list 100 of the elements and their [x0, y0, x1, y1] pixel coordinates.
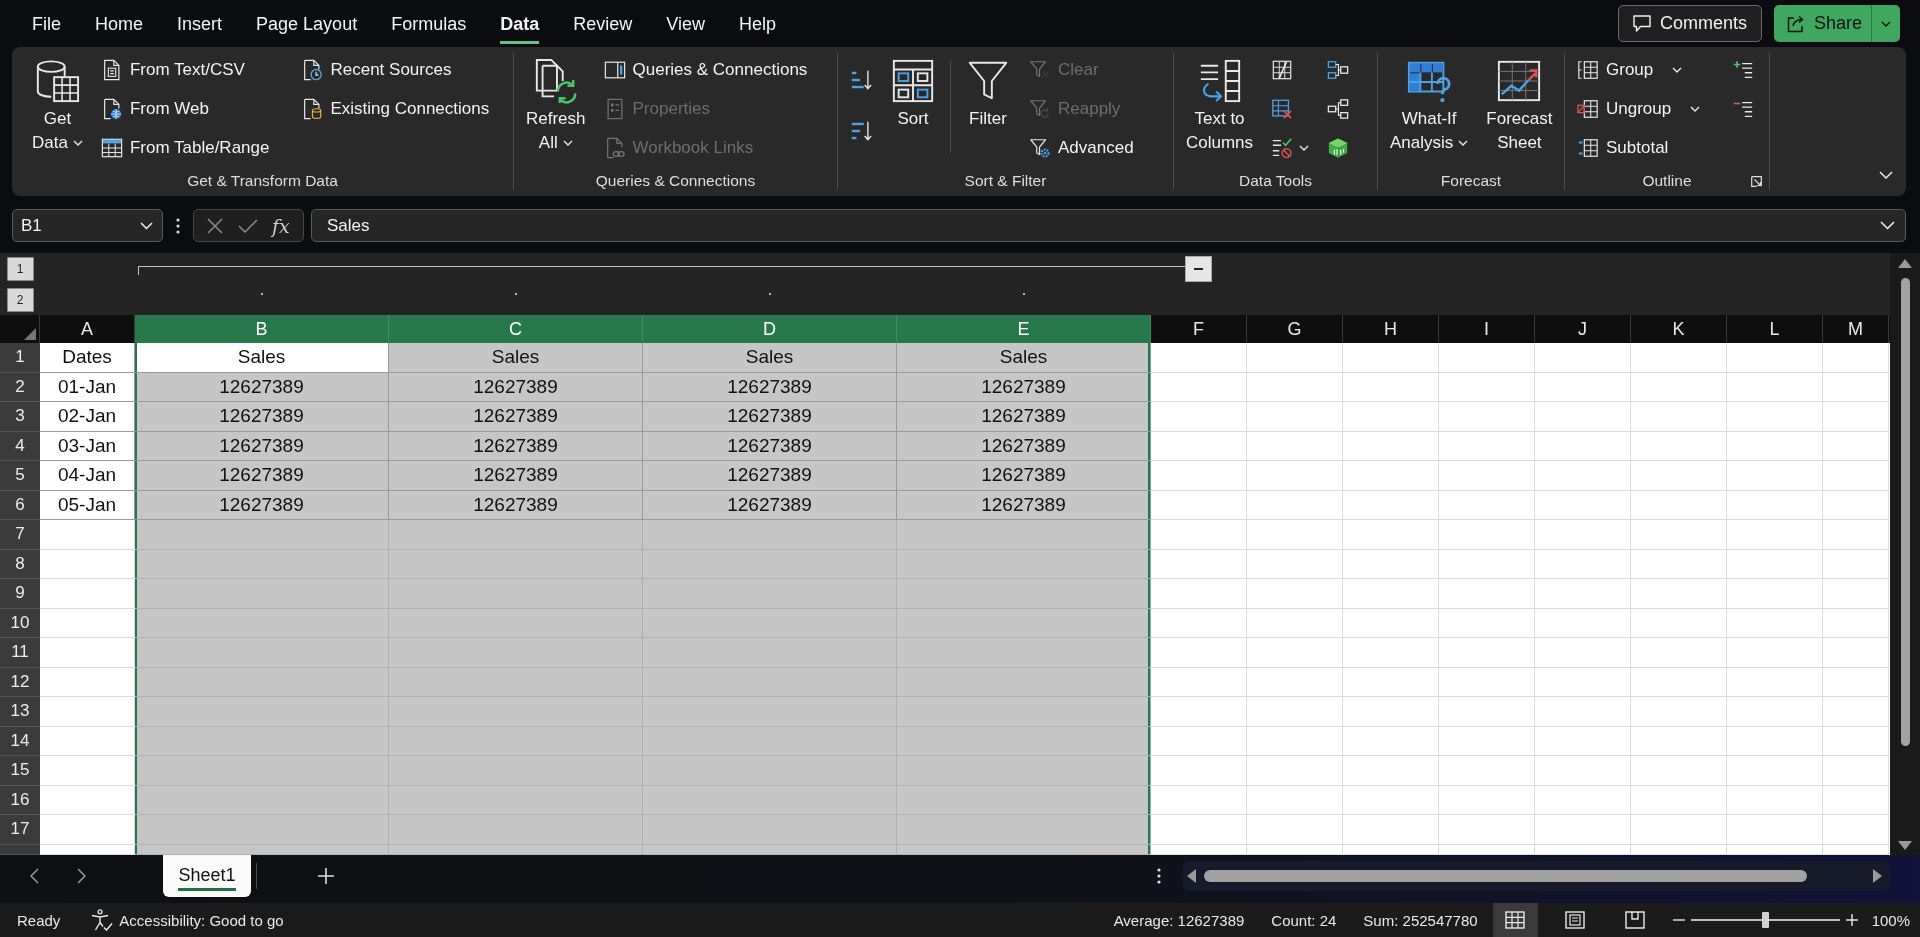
column-header[interactable]: C	[389, 315, 643, 343]
group-label: Get & Transform Data	[187, 172, 338, 190]
more-icon[interactable]	[176, 217, 180, 234]
row-header[interactable]: 6	[0, 490, 40, 520]
row-header[interactable]: 16	[0, 785, 40, 815]
ribbon-button[interactable]: From Text/CSV	[96, 53, 274, 87]
spreadsheet-cell: 12627389	[643, 461, 897, 491]
row-header[interactable]: 7	[0, 520, 40, 550]
menu-tab[interactable]: Page Layout	[256, 13, 358, 44]
ribbon-button[interactable]: Group	[1573, 53, 1705, 87]
scroll-down-icon[interactable]	[1898, 841, 1912, 850]
slider-thumb[interactable]	[1761, 912, 1769, 928]
ribbon-button[interactable]: From Web	[96, 92, 274, 126]
name-box[interactable]: B1	[12, 209, 163, 242]
more-icon[interactable]	[1157, 868, 1161, 884]
outline-level-button[interactable]: 2	[6, 287, 34, 312]
menu-tab[interactable]: Review	[573, 13, 633, 44]
comments-button[interactable]: Comments	[1617, 5, 1762, 42]
menu-tab[interactable]: File	[32, 13, 61, 44]
expand-icon[interactable]	[1880, 221, 1895, 230]
spreadsheet-cell: 12627389	[897, 461, 1151, 491]
row-header[interactable]: 9	[0, 579, 40, 609]
row-header[interactable]: 2	[0, 372, 40, 402]
ribbon-button[interactable]: Get Data	[28, 53, 87, 155]
status-text: Ready	[17, 911, 61, 929]
show-detail-icon	[1732, 59, 1755, 81]
row-header[interactable]: 14	[0, 726, 40, 756]
menu-tab[interactable]: Insert	[177, 13, 223, 44]
zoom-level-text[interactable]: 100%	[1871, 911, 1910, 929]
spreadsheet-cell: 12627389	[389, 431, 643, 461]
row-header[interactable]: 1	[0, 343, 40, 373]
spreadsheet-cell: 12627389	[643, 431, 897, 461]
row-header[interactable]: 17	[0, 815, 40, 845]
insert-function-button[interactable]: fx	[272, 214, 290, 237]
outline-level-button[interactable]: 1	[6, 256, 34, 281]
enter-icon[interactable]	[237, 218, 258, 233]
spreadsheet-cell: 02-Jan	[40, 402, 135, 432]
cancel-icon[interactable]	[207, 217, 224, 234]
ribbon-button[interactable]: Sort	[886, 53, 940, 131]
ribbon-button[interactable]: Recent Sources	[297, 53, 494, 87]
ribbon-button[interactable]: Forecast Sheet	[1482, 53, 1557, 155]
menu-tab[interactable]: Formulas	[391, 13, 467, 44]
sort-descending-icon	[850, 120, 872, 142]
ribbon-button[interactable]: Existing Connections	[297, 92, 494, 126]
triangle-icon	[24, 328, 36, 340]
ribbon-button[interactable]: Subtotal	[1573, 131, 1705, 165]
scrollbar-thumb[interactable]	[1900, 278, 1910, 746]
ribbon-button[interactable]: Filter	[961, 53, 1015, 131]
menu-tab[interactable]: View	[666, 13, 705, 44]
spreadsheet-cell: 12627389	[897, 490, 1151, 520]
spreadsheet-cell: Sales	[643, 343, 897, 373]
scroll-left-icon[interactable]	[1187, 869, 1196, 883]
row-header[interactable]: 15	[0, 756, 40, 786]
ribbon-button[interactable]: Refresh All	[522, 53, 590, 155]
scroll-up-icon[interactable]	[1898, 259, 1912, 268]
column-header[interactable]: D	[643, 315, 897, 343]
chevron-left-icon	[30, 868, 39, 884]
menu-tab[interactable]: Data	[500, 13, 540, 44]
share-button[interactable]: Share	[1773, 5, 1900, 42]
spreadsheet-cell: Sales	[389, 343, 643, 373]
page-layout-icon	[1565, 911, 1586, 929]
accessibility-button[interactable]: Accessibility: Good to go	[91, 909, 284, 931]
ribbon-button[interactable]: From Table/Range	[96, 131, 274, 165]
spreadsheet-cell: Sales	[897, 343, 1151, 373]
menu-tab[interactable]: Home	[95, 13, 144, 44]
row-header[interactable]: 10	[0, 608, 40, 638]
ribbon-button[interactable]: What-If Analysis	[1386, 53, 1473, 155]
dialog-launcher-icon[interactable]	[1751, 175, 1762, 187]
ribbon-button[interactable]: Ungroup	[1573, 92, 1705, 126]
row-header[interactable]: 11	[0, 638, 40, 668]
sheet-tab[interactable]: Sheet1	[163, 855, 251, 897]
status-statistic: Count: 24	[1271, 911, 1337, 929]
row-header[interactable]: 5	[0, 461, 40, 491]
spreadsheet-cell: 12627389	[135, 372, 389, 402]
caret-icon	[1881, 20, 1891, 27]
row-header[interactable]: 8	[0, 549, 40, 579]
chevron-down-icon	[140, 221, 153, 230]
row-header[interactable]: 12	[0, 667, 40, 697]
row-header[interactable]: 4	[0, 431, 40, 461]
normal-view-button[interactable]	[1492, 903, 1538, 937]
ribbon-button[interactable]: Queries & Connections	[599, 53, 812, 87]
spreadsheet-cell: 01-Jan	[40, 372, 135, 402]
spreadsheet-cell: 12627389	[897, 402, 1151, 432]
zoom-in-icon[interactable]	[1845, 914, 1858, 926]
column-header[interactable]: B	[135, 315, 389, 343]
row-header[interactable]: 3	[0, 402, 40, 432]
scroll-right-icon[interactable]	[1873, 869, 1882, 883]
column-header[interactable]: E	[897, 315, 1151, 343]
table-icon	[100, 137, 123, 159]
formula-field[interactable]: Sales	[311, 209, 1906, 242]
data-validation-icon	[1271, 137, 1294, 159]
row-header[interactable]: 13	[0, 697, 40, 727]
collapse-ribbon-button[interactable]	[1879, 171, 1893, 179]
menu-tab[interactable]: Help	[738, 13, 776, 44]
ribbon-button[interactable]: Advanced	[1025, 131, 1138, 165]
ribbon-button[interactable]: Text to Columns	[1182, 53, 1258, 155]
collapse-group-button[interactable]	[1185, 256, 1212, 282]
scrollbar-thumb[interactable]	[1204, 870, 1807, 882]
spreadsheet-cell: 12627389	[643, 372, 897, 402]
document-database-icon	[301, 98, 324, 120]
